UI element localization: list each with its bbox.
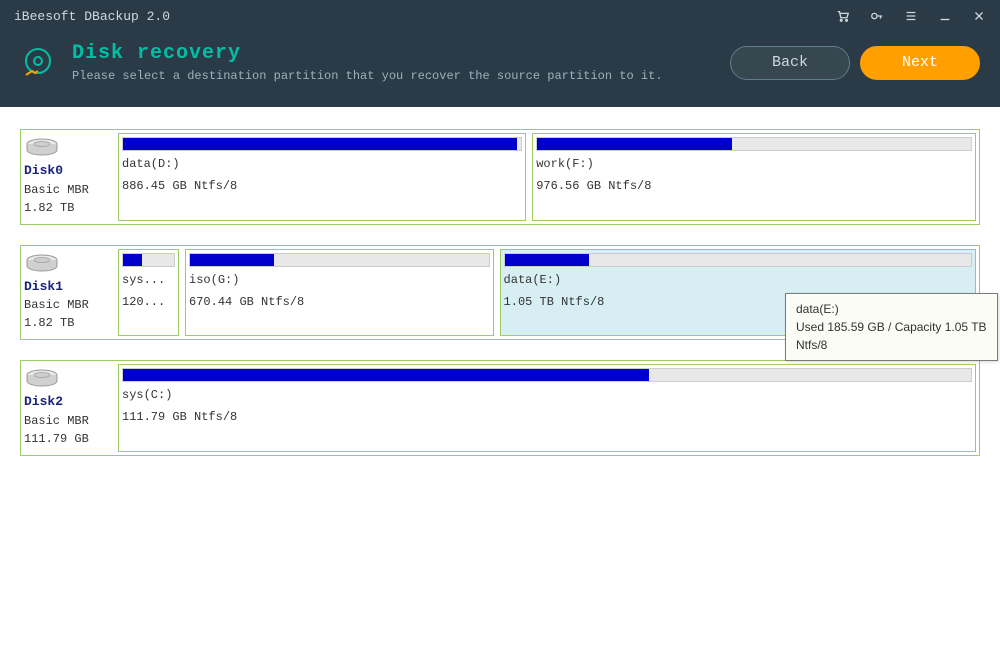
partition-label: iso(G:) bbox=[189, 271, 490, 289]
partition[interactable]: data(D:) 886.45 GB Ntfs/8 bbox=[118, 133, 526, 221]
disk-row: Disk0Basic MBR1.82 TB data(D:) 886.45 GB N… bbox=[20, 129, 980, 225]
disk-label: Disk2Basic MBR111.79 GB bbox=[24, 364, 112, 452]
partition-label: data(E:) bbox=[504, 271, 972, 289]
partition[interactable]: work(F:) 976.56 GB Ntfs/8 bbox=[532, 133, 976, 221]
page-title: Disk recovery bbox=[72, 42, 714, 65]
partition-info: 111.79 GB Ntfs/8 bbox=[122, 408, 972, 426]
cart-icon[interactable] bbox=[836, 9, 850, 23]
disk-type: Basic MBR bbox=[24, 296, 110, 314]
usage-bar bbox=[504, 253, 972, 267]
disk-row: Disk2Basic MBR111.79 GB sys(C:) 111.79 GB … bbox=[20, 360, 980, 456]
minimize-icon[interactable] bbox=[938, 9, 952, 23]
tooltip-usage: Used 185.59 GB / Capacity 1.05 TB bbox=[796, 318, 987, 336]
partition[interactable]: sys... 120... bbox=[118, 249, 179, 337]
disk-name: Disk0 bbox=[24, 161, 110, 181]
usage-bar bbox=[122, 253, 175, 267]
disk-size: 111.79 GB bbox=[24, 430, 110, 448]
usage-bar bbox=[122, 137, 522, 151]
usage-bar bbox=[536, 137, 972, 151]
disk-type: Basic MBR bbox=[24, 181, 110, 199]
partition-tooltip: data(E:) Used 185.59 GB / Capacity 1.05 … bbox=[785, 293, 998, 361]
close-icon[interactable] bbox=[972, 9, 986, 23]
usage-bar bbox=[189, 253, 490, 267]
partition-label: work(F:) bbox=[536, 155, 972, 173]
tooltip-fs: Ntfs/8 bbox=[796, 336, 987, 354]
key-icon[interactable] bbox=[870, 9, 884, 23]
next-button[interactable]: Next bbox=[860, 46, 980, 80]
back-button[interactable]: Back bbox=[730, 46, 850, 80]
page-subtitle: Please select a destination partition th… bbox=[72, 69, 714, 83]
disk-name: Disk1 bbox=[24, 277, 110, 297]
partition-info: 976.56 GB Ntfs/8 bbox=[536, 177, 972, 195]
partition[interactable]: sys(C:) 111.79 GB Ntfs/8 bbox=[118, 364, 976, 452]
menu-icon[interactable] bbox=[904, 9, 918, 23]
disk-label: Disk0Basic MBR1.82 TB bbox=[24, 133, 112, 221]
hdd-icon bbox=[24, 253, 60, 275]
disk-recovery-icon bbox=[20, 45, 56, 81]
hdd-icon bbox=[24, 137, 60, 159]
partition-info: 886.45 GB Ntfs/8 bbox=[122, 177, 522, 195]
partition-info: 670.44 GB Ntfs/8 bbox=[189, 293, 490, 311]
titlebar: iBeesoft DBackup 2.0 bbox=[0, 0, 1000, 32]
partitions: data(D:) 886.45 GB Ntfs/8 work(F:) 976.56 G… bbox=[118, 133, 976, 221]
disk-size: 1.82 TB bbox=[24, 314, 110, 332]
usage-bar bbox=[122, 368, 972, 382]
disk-size: 1.82 TB bbox=[24, 199, 110, 217]
partition-label: sys... bbox=[122, 271, 175, 289]
partitions: sys(C:) 111.79 GB Ntfs/8 bbox=[118, 364, 976, 452]
titlebar-controls bbox=[836, 9, 986, 23]
partition[interactable]: iso(G:) 670.44 GB Ntfs/8 bbox=[185, 249, 494, 337]
disk-label: Disk1Basic MBR1.82 TB bbox=[24, 249, 112, 337]
partition-label: sys(C:) bbox=[122, 386, 972, 404]
hdd-icon bbox=[24, 368, 60, 390]
disk-type: Basic MBR bbox=[24, 412, 110, 430]
partition-info: 120... bbox=[122, 293, 175, 311]
header: Disk recovery Please select a destinatio… bbox=[0, 32, 1000, 107]
header-buttons: Back Next bbox=[730, 46, 980, 80]
app-title: iBeesoft DBackup 2.0 bbox=[14, 9, 170, 24]
partition-label: data(D:) bbox=[122, 155, 522, 173]
disk-name: Disk2 bbox=[24, 392, 110, 412]
tooltip-title: data(E:) bbox=[796, 300, 987, 318]
header-text: Disk recovery Please select a destinatio… bbox=[72, 42, 714, 83]
